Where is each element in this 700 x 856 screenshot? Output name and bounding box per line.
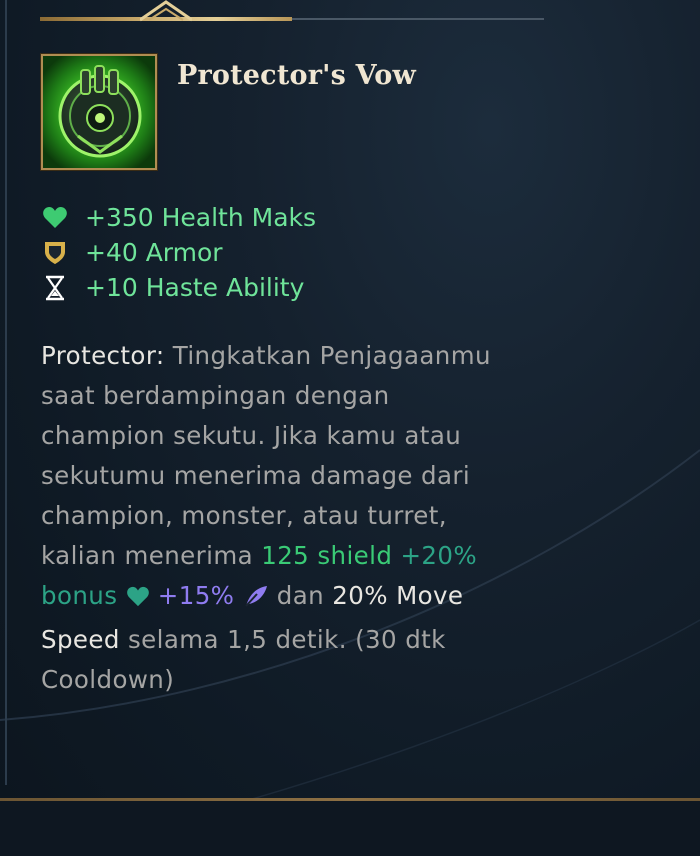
shield-value: 125 shield (261, 541, 393, 570)
move-speed-value: 20% Move (332, 581, 464, 610)
protectors-vow-item-icon (41, 54, 157, 170)
item-description: Protector: Tingkatkan Penjagaanmu saat b… (41, 336, 541, 700)
move-speed-feather-icon (243, 580, 269, 620)
passive-name: Protector: (41, 341, 165, 370)
bonus-percent: 20% (421, 541, 478, 570)
stat-health-text: +350 Health Maks (85, 203, 317, 232)
top-chevron-ornament (140, 0, 192, 22)
desc-line-1: Tingkatkan Penjagaanmu (172, 341, 491, 370)
desc-line-6-prefix: kalian menerima (41, 541, 262, 570)
bonus-health-heart-icon (126, 580, 150, 620)
hourglass-icon (41, 274, 69, 302)
stat-row-health: +350 Health Maks (41, 200, 316, 235)
stat-armor-text: +40 Armor (85, 238, 223, 267)
duration-text: selama 1,5 detik. (30 dtk (119, 625, 446, 654)
stat-haste-text: +10 Haste Ability (85, 273, 305, 302)
top-rail-track (292, 18, 544, 20)
desc-line-4: sekutumu menerima damage dari (41, 461, 471, 490)
ms-bonus-value: 15% (178, 581, 235, 610)
stat-row-haste: +10 Haste Ability (41, 270, 316, 305)
item-stats: +350 Health Maks +40 Armor +10 Haste Abi… (41, 200, 316, 305)
left-frame-rule (5, 0, 7, 785)
shield-icon (41, 239, 69, 267)
stat-row-armor: +40 Armor (41, 235, 316, 270)
heart-icon (41, 204, 69, 232)
plus-sign: + (392, 541, 422, 570)
bonus-word: bonus (41, 581, 118, 610)
desc-line-2: saat berdampingan dengan (41, 381, 390, 410)
dan-text: dan (268, 581, 333, 610)
ms-plus: + (149, 581, 179, 610)
desc-line-5: champion, monster, atau turret, (41, 501, 447, 530)
item-title: Protector's Vow (177, 60, 416, 91)
bottom-strip (0, 801, 700, 856)
speed-word: Speed (41, 625, 120, 654)
cooldown-text: Cooldown) (41, 665, 175, 694)
desc-line-3: champion sekutu. Jika kamu atau (41, 421, 462, 450)
